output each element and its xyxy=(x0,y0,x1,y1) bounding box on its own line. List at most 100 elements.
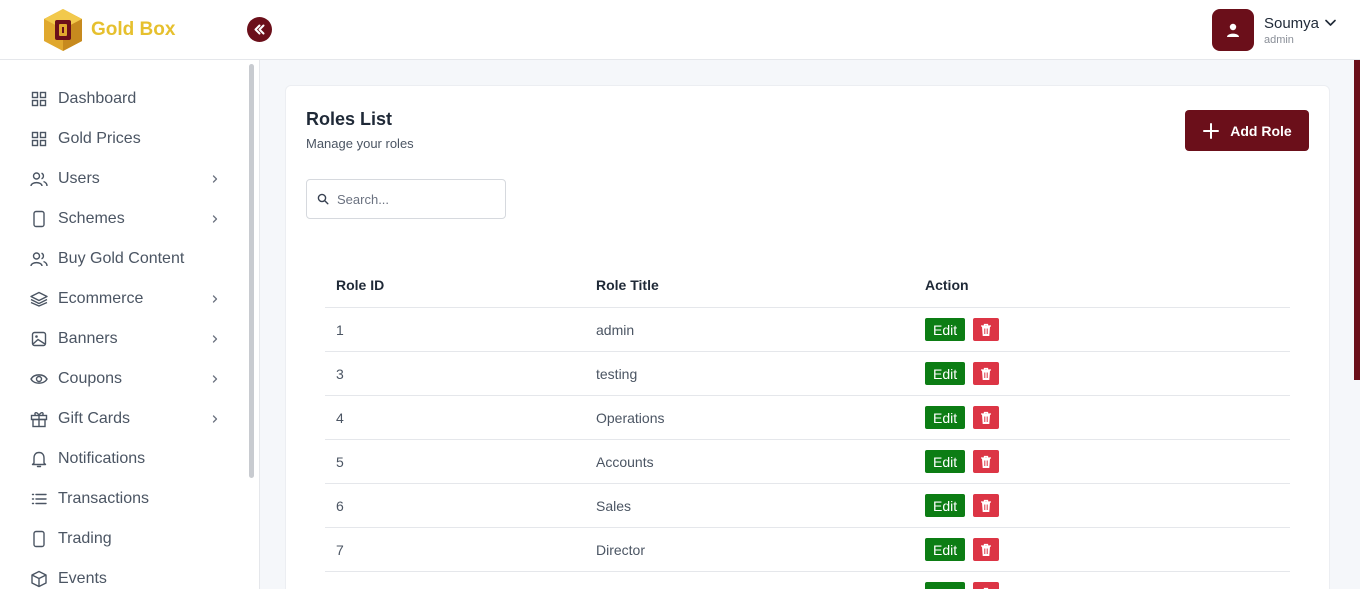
plus-icon xyxy=(1203,122,1220,139)
user-icon xyxy=(1226,23,1239,37)
sidebar-item-label: Notifications xyxy=(58,450,146,467)
list-icon xyxy=(30,490,48,508)
sidebar-item-label: Gold Prices xyxy=(58,130,141,147)
column-header-role-id: Role ID xyxy=(336,277,385,293)
page-scrollbar[interactable] xyxy=(1354,60,1360,380)
delete-button[interactable] xyxy=(973,582,1000,589)
sidebar: Dashboard Gold Prices Users Schemes Buy Gold… xyxy=(0,60,260,589)
delete-button[interactable] xyxy=(973,450,1000,473)
role-title-cell: Accounts xyxy=(596,453,654,470)
trash-icon xyxy=(981,499,992,512)
sidebar-item-dashboard[interactable]: Dashboard xyxy=(0,79,245,119)
avatar xyxy=(1211,9,1254,51)
sidebar-item-label: Banners xyxy=(58,330,118,347)
sidebar-item-label: Events xyxy=(58,570,107,587)
chevron-right-icon xyxy=(207,171,223,187)
edit-button[interactable]: Edit xyxy=(925,406,966,429)
sidebar-item-events[interactable]: Events xyxy=(0,559,245,589)
edit-button[interactable]: Edit xyxy=(925,450,966,473)
delete-button[interactable] xyxy=(973,362,1000,385)
roles-table: Role ID Role Title Action 1 admin Edit 3 tes… xyxy=(325,263,1290,589)
sidebar-item-banners[interactable]: Banners xyxy=(0,319,245,359)
trash-icon xyxy=(981,455,992,468)
role-id-cell: 3 xyxy=(336,365,344,382)
table-body: 1 admin Edit 3 testing Edit 4 Operations Edit 5 Ac… xyxy=(325,308,1290,589)
sidebar-item-trading[interactable]: Trading xyxy=(0,519,245,559)
search-input[interactable] xyxy=(337,191,487,207)
chevron-down-icon xyxy=(1325,19,1336,26)
delete-button[interactable] xyxy=(973,406,1000,429)
edit-button[interactable]: Edit xyxy=(925,582,966,589)
grid-icon xyxy=(30,90,48,108)
phone-icon xyxy=(30,530,48,548)
table-row: 7 Director Edit xyxy=(325,528,1290,572)
delete-button[interactable] xyxy=(973,538,1000,561)
bell-icon xyxy=(30,450,48,468)
sidebar-item-label: Coupons xyxy=(58,370,123,387)
edit-button[interactable]: Edit xyxy=(925,318,966,341)
roles-card: Roles List Manage your roles Add Role Ro… xyxy=(285,85,1330,589)
users-icon xyxy=(30,250,48,268)
layers-icon xyxy=(30,290,48,308)
sidebar-item-notifications[interactable]: Notifications xyxy=(0,439,245,479)
eye-icon xyxy=(30,370,48,388)
delete-button[interactable] xyxy=(973,318,1000,341)
role-title-cell: Operations xyxy=(596,409,665,426)
table-header: Role ID Role Title Action xyxy=(325,263,1290,308)
table-row: 4 Operations Edit xyxy=(325,396,1290,440)
user-name: Soumya xyxy=(1264,15,1336,32)
delete-button[interactable] xyxy=(973,494,1000,517)
user-role: admin xyxy=(1263,33,1294,46)
action-cell: Edit xyxy=(914,538,1290,561)
edit-button[interactable]: Edit xyxy=(925,538,966,561)
sidebar-item-label: Trading xyxy=(58,530,112,547)
edit-button[interactable]: Edit xyxy=(925,494,966,517)
role-id-cell: 6 xyxy=(336,497,344,514)
gift-icon xyxy=(30,410,48,428)
users-icon xyxy=(30,170,48,188)
search-icon xyxy=(317,193,329,205)
role-id-cell: 8 xyxy=(325,586,585,589)
sidebar-item-buy-gold-content[interactable]: Buy Gold Content xyxy=(0,239,245,279)
table-row: 6 Sales Edit xyxy=(325,484,1290,528)
brand-name: Gold Box xyxy=(91,19,176,40)
trash-icon xyxy=(981,543,992,556)
action-cell: Edit xyxy=(914,362,1290,385)
double-chevron-left-icon xyxy=(254,24,265,35)
role-title-cell: admin xyxy=(596,321,635,338)
sidebar-item-label: Buy Gold Content xyxy=(58,250,185,267)
sidebar-item-label: Dashboard xyxy=(58,90,137,107)
role-id-cell: 7 xyxy=(336,541,344,558)
sidebar-scrollbar[interactable] xyxy=(249,64,254,478)
page-title: Roles List xyxy=(306,109,393,129)
sidebar-item-label: Users xyxy=(58,170,100,187)
user-menu[interactable]: Soumya admin xyxy=(1211,9,1336,51)
image-icon xyxy=(30,330,48,348)
collapse-sidebar-button[interactable] xyxy=(247,17,272,42)
phone-icon xyxy=(30,210,48,228)
sidebar-item-gift-cards[interactable]: Gift Cards xyxy=(0,399,245,439)
sidebar-item-transactions[interactable]: Transactions xyxy=(0,479,245,519)
role-id-cell: 1 xyxy=(336,321,344,338)
action-cell: Edit xyxy=(914,494,1290,517)
sidebar-item-ecommerce[interactable]: Ecommerce xyxy=(0,279,245,319)
action-cell: Edit xyxy=(914,450,1290,473)
trash-icon xyxy=(981,323,992,336)
sidebar-item-schemes[interactable]: Schemes xyxy=(0,199,245,239)
role-id-cell: 4 xyxy=(336,409,344,426)
sidebar-item-users[interactable]: Users xyxy=(0,159,245,199)
sidebar-item-gold-prices[interactable]: Gold Prices xyxy=(0,119,245,159)
box-icon xyxy=(30,570,48,588)
sidebar-item-label: Transactions xyxy=(58,490,149,507)
sidebar-item-coupons[interactable]: Coupons xyxy=(0,359,245,399)
brand-logo[interactable]: Gold Box xyxy=(42,8,175,52)
chevron-right-icon xyxy=(207,411,223,427)
add-role-button[interactable]: Add Role xyxy=(1185,110,1309,151)
edit-button[interactable]: Edit xyxy=(925,362,966,385)
table-row: 8 Edit xyxy=(325,572,1290,589)
chevron-right-icon xyxy=(207,211,223,227)
trash-icon xyxy=(981,367,992,380)
column-header-role-title: Role Title xyxy=(596,277,659,293)
action-cell: Edit xyxy=(914,406,1290,429)
sidebar-item-label: Ecommerce xyxy=(58,290,144,307)
